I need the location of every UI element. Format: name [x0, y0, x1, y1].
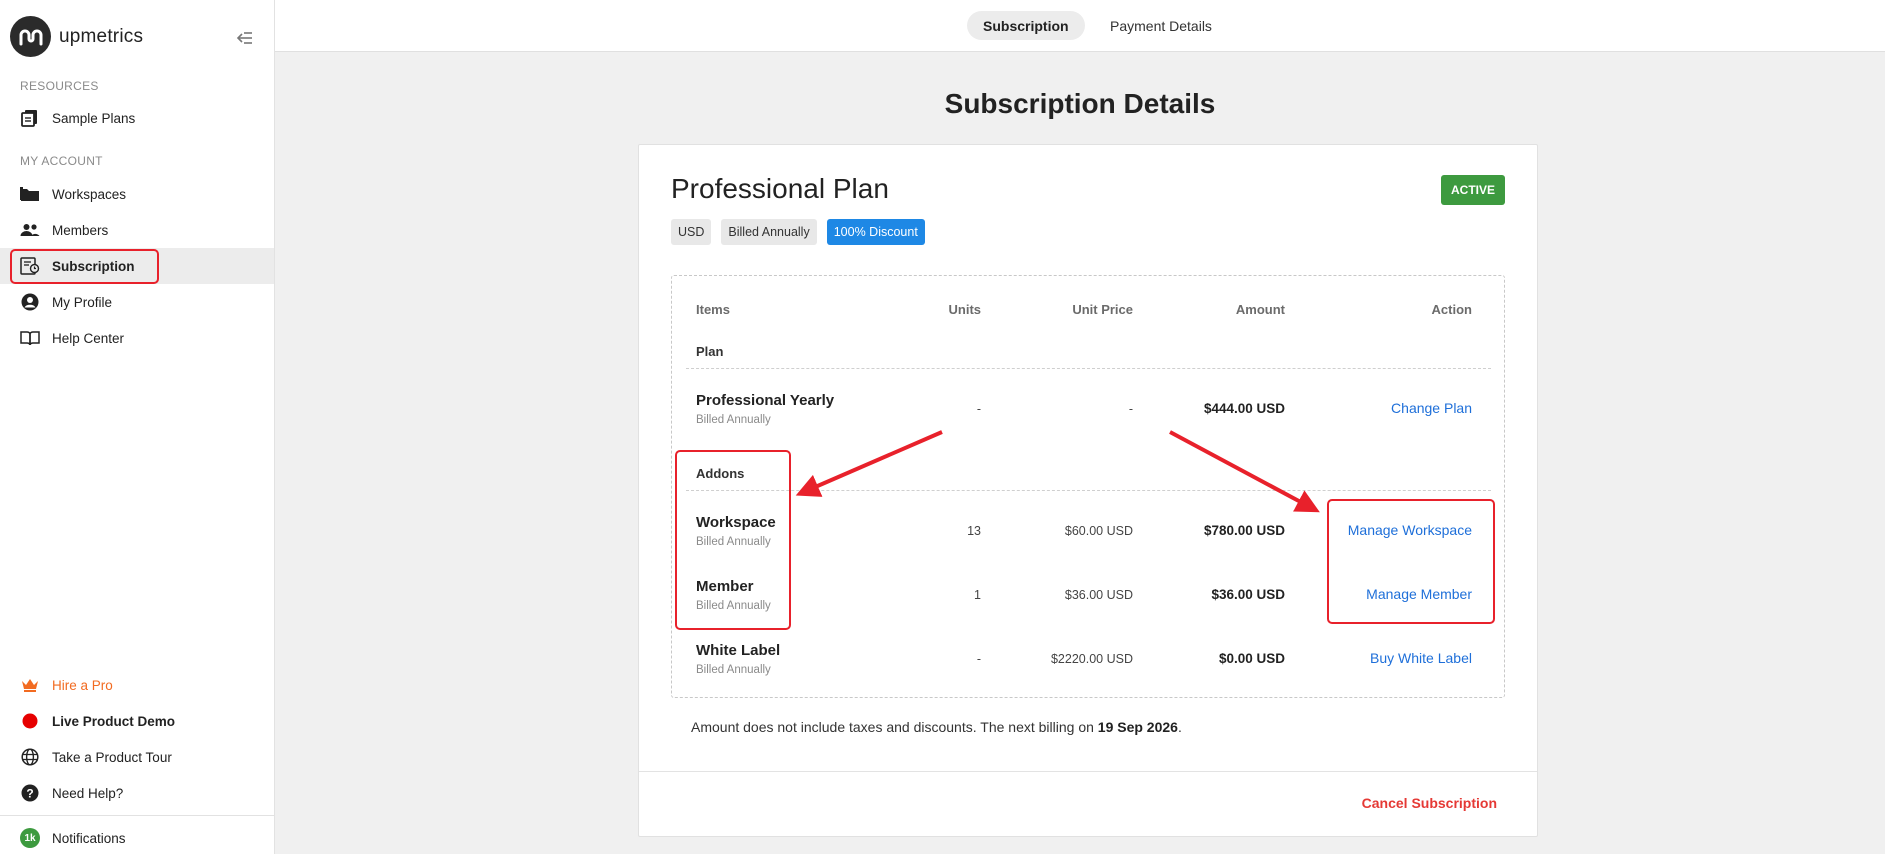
globe-icon [20, 747, 40, 767]
item-units: 13 [967, 524, 981, 538]
footnote-text: Amount does not include taxes and discou… [691, 719, 1098, 735]
billing-cycle-chip: Billed Annually [721, 219, 817, 245]
live-dot-icon [20, 711, 40, 731]
sidebar-item-hire-a-pro[interactable]: Hire a Pro [0, 667, 274, 703]
column-header-action: Action [1431, 302, 1472, 317]
item-amount: $36.00 USD [1211, 587, 1285, 602]
sidebar-item-live-product-demo[interactable]: Live Product Demo [0, 703, 274, 739]
crown-icon [20, 675, 40, 695]
sidebar-item-help-center[interactable]: Help Center [0, 320, 274, 356]
item-amount: $444.00 USD [1203, 401, 1285, 416]
discount-chip: 100% Discount [826, 219, 925, 245]
top-tab-bar: Subscription Payment Details [275, 0, 1885, 52]
item-unit-price: $2220.00 USD [1050, 652, 1133, 666]
column-header-units: Units [948, 302, 982, 317]
item-name: Professional Yearly [696, 392, 835, 409]
annotation-highlight-actions [1327, 499, 1495, 624]
tab-payment-details[interactable]: Payment Details [1094, 11, 1228, 40]
sidebar: upmetrics RESOURCES Sample Plans MY ACCO… [0, 0, 275, 854]
svg-text:?: ? [26, 787, 33, 801]
row-separator [686, 368, 1491, 369]
notification-count-badge: 1k [20, 828, 40, 848]
item-units: - [976, 402, 981, 416]
page-title: Subscription Details [944, 88, 1216, 119]
account-circle-icon [20, 292, 40, 312]
item-name: White Label [696, 642, 781, 659]
sidebar-item-need-help[interactable]: ? Need Help? [0, 775, 274, 811]
column-header-items: Items [696, 302, 730, 317]
collapse-sidebar-icon[interactable] [234, 28, 256, 48]
cancel-subscription-link[interactable]: Cancel Subscription [1362, 795, 1497, 811]
sidebar-item-my-profile[interactable]: My Profile [0, 284, 274, 320]
item-units: 1 [974, 588, 981, 602]
sidebar-item-label: Live Product Demo [52, 713, 176, 729]
status-badge: ACTIVE [1440, 175, 1505, 205]
billing-footnote: Amount does not include taxes and discou… [691, 719, 1182, 735]
column-header-amount: Amount [1235, 302, 1285, 317]
sidebar-item-label: Members [52, 222, 109, 238]
row-separator [686, 490, 1491, 491]
column-header-unit-price: Unit Price [1072, 302, 1133, 317]
sidebar-item-label: Notifications [52, 830, 126, 846]
annotation-highlight-addons [675, 450, 791, 630]
change-plan-link[interactable]: Change Plan [1391, 400, 1472, 416]
item-units: - [976, 652, 981, 666]
sidebar-item-notifications[interactable]: 1k Notifications [0, 820, 274, 854]
logo[interactable]: upmetrics [10, 16, 143, 57]
buy-white-label-link[interactable]: Buy White Label [1370, 650, 1472, 666]
sidebar-item-label: My Profile [52, 294, 113, 310]
sidebar-item-label: Help Center [52, 330, 125, 346]
sidebar-item-workspaces[interactable]: Workspaces [0, 176, 274, 212]
footnote-suffix: . [1177, 719, 1182, 735]
plan-chips: USD Billed Annually 100% Discount [671, 219, 935, 245]
item-unit-price: $36.00 USD [1064, 588, 1133, 602]
document-copy-icon [20, 108, 40, 128]
item-billing: Billed Annually [696, 414, 771, 426]
sidebar-item-product-tour[interactable]: Take a Product Tour [0, 739, 274, 775]
item-billing: Billed Annually [696, 664, 771, 676]
brand-name: upmetrics [59, 25, 144, 47]
item-amount: $780.00 USD [1203, 523, 1285, 538]
item-amount: $0.00 USD [1218, 651, 1285, 666]
folder-icon [20, 184, 40, 204]
section-label-resources: RESOURCES [20, 79, 99, 93]
help-circle-icon: ? [20, 783, 40, 803]
upmetrics-logo-icon [10, 16, 51, 57]
currency-chip: USD [671, 219, 712, 245]
sidebar-item-label: Need Help? [52, 785, 124, 801]
group-label-plan: Plan [696, 344, 724, 359]
section-label-my-account: MY ACCOUNT [20, 154, 103, 168]
sidebar-item-label: Take a Product Tour [52, 749, 172, 765]
book-icon [20, 328, 40, 348]
sidebar-item-label: Hire a Pro [52, 677, 113, 693]
sidebar-item-label: Sample Plans [52, 110, 136, 126]
plan-name: Professional Plan [671, 173, 889, 204]
item-unit-price: - [1128, 402, 1133, 416]
notification-badge-count: 1k [20, 828, 40, 848]
next-billing-date: 19 Sep 2026 [1097, 719, 1178, 735]
annotation-highlight-subscription [10, 249, 159, 284]
sidebar-divider [0, 815, 274, 816]
sidebar-item-sample-plans[interactable]: Sample Plans [0, 100, 274, 136]
sidebar-item-label: Workspaces [52, 186, 127, 202]
tab-subscription[interactable]: Subscription [967, 11, 1085, 40]
people-icon [20, 220, 40, 240]
item-unit-price: $60.00 USD [1064, 524, 1133, 538]
card-divider [639, 771, 1537, 772]
sidebar-item-members[interactable]: Members [0, 212, 274, 248]
subscription-items-table: Items Units Unit Price Amount Action Pla… [671, 275, 1505, 698]
